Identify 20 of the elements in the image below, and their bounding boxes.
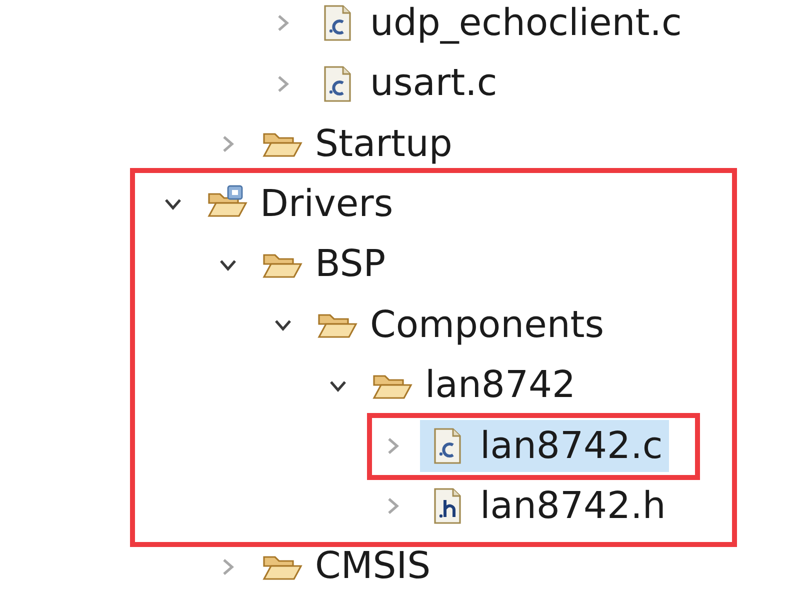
tree-item[interactable]: Drivers — [200, 178, 400, 230]
tree-item-label: udp_echoclient.c — [370, 2, 682, 44]
tree-item[interactable]: CMSIS — [255, 540, 437, 593]
tree-item[interactable]: udp_echoclient.c — [310, 0, 688, 50]
tree-item-label: Startup — [315, 124, 452, 164]
tree-item-label: BSP — [315, 244, 386, 286]
tree-item-label: lan8742.h — [480, 486, 666, 527]
tree-item-label: CMSIS — [315, 546, 431, 588]
tree-item-label: lan8742 — [425, 365, 576, 406]
tree-item[interactable]: BSP — [255, 238, 392, 291]
tree-item[interactable]: usart.c — [310, 58, 504, 110]
tree-item-label: lan8742.c — [480, 426, 663, 466]
tree-item[interactable]: lan8742 — [365, 360, 582, 412]
tree-item[interactable]: lan8742.c — [420, 420, 669, 472]
tree-item[interactable]: Startup — [255, 118, 458, 170]
tree-item-label: usart.c — [370, 63, 498, 104]
tree-item-label: Drivers — [260, 184, 394, 225]
tree-item[interactable]: Components — [310, 299, 610, 352]
tree-item-label: Components — [370, 304, 604, 346]
tree-item[interactable]: lan8742.h — [420, 480, 672, 532]
